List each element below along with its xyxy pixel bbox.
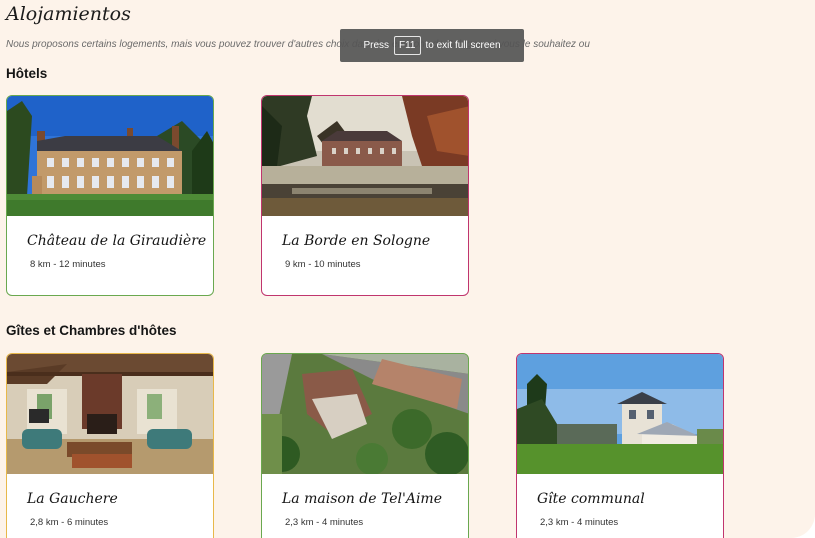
card-title: La Borde en Sologne	[282, 233, 431, 249]
card-la-gauchere[interactable]: La Gauchere 2,8 km - 6 minutes	[6, 353, 214, 538]
card-gite-communal[interactable]: Gîte communal 2,3 km - 4 minutes	[516, 353, 724, 538]
lodging-page: Alojamientos Nous proposons certains log…	[0, 0, 815, 538]
card-distance: 2,3 km - 4 minutes	[285, 517, 364, 528]
section-title-gites: Gîtes et Chambres d'hôtes	[6, 323, 177, 338]
card-la-borde[interactable]: La Borde en Sologne 9 km - 10 minutes	[261, 95, 469, 296]
card-title: La Gauchere	[27, 491, 118, 507]
card-title: Gîte communal	[537, 491, 645, 507]
manor-photo	[262, 96, 468, 216]
section-title-hotels: Hôtels	[6, 66, 48, 81]
card-title: La maison de Tel'Aime	[282, 491, 442, 507]
page-title: Alojamientos	[6, 3, 131, 25]
card-distance: 8 km - 12 minutes	[30, 259, 106, 270]
card-distance: 2,8 km - 6 minutes	[30, 517, 109, 528]
living-room-photo	[7, 354, 213, 474]
chateau-photo	[7, 96, 213, 216]
f11-key: F11	[394, 36, 421, 55]
card-chateau-giraudiere[interactable]: Château de la Giraudière 8 km - 12 minut…	[6, 95, 214, 296]
card-distance: 2,3 km - 4 minutes	[540, 517, 619, 528]
card-maison-tel-aime[interactable]: La maison de Tel'Aime 2,3 km - 4 minutes	[261, 353, 469, 538]
fullscreen-toast: Press F11 to exit full screen	[340, 29, 524, 62]
toast-message: to exit full screen	[425, 40, 501, 51]
villa-photo	[517, 354, 723, 474]
aerial-house-photo	[262, 354, 468, 474]
toast-press-label: Press	[363, 40, 389, 51]
card-distance: 9 km - 10 minutes	[285, 259, 361, 270]
card-title: Château de la Giraudière	[27, 233, 207, 249]
